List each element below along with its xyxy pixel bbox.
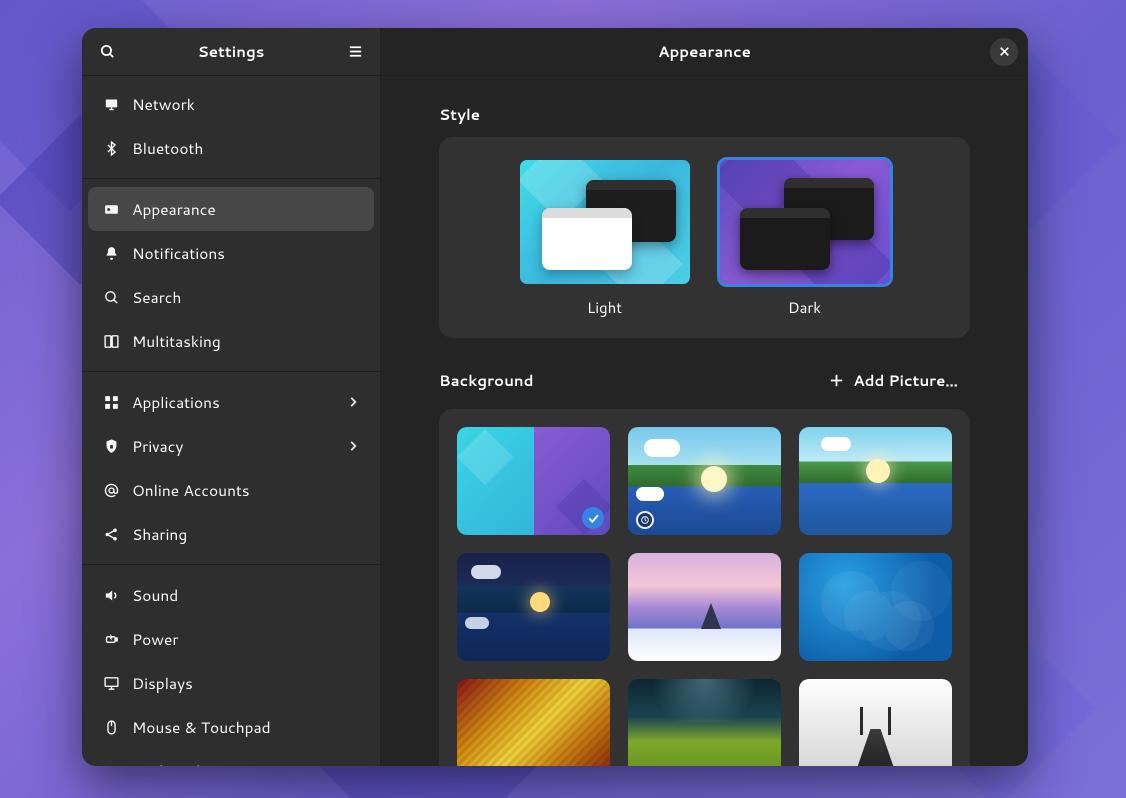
sidebar-item-sound[interactable]: Sound bbox=[88, 573, 374, 617]
nav-separator bbox=[82, 178, 380, 179]
wallpaper-mountains-wide[interactable] bbox=[799, 427, 952, 535]
main-header: Appearance bbox=[381, 28, 1028, 76]
wallpaper-blue-texture[interactable] bbox=[799, 553, 952, 661]
style-option-dark[interactable]: Dark bbox=[717, 157, 893, 318]
wallpaper-adwaita-split[interactable] bbox=[457, 427, 610, 535]
sidebar-item-network[interactable]: Network bbox=[88, 82, 374, 126]
search-button[interactable] bbox=[92, 37, 122, 67]
sidebar-item-label: Applications bbox=[132, 391, 344, 413]
style-label: Dark bbox=[788, 297, 821, 318]
close-icon bbox=[998, 45, 1011, 58]
sidebar-item-multitasking[interactable]: Multitasking bbox=[88, 319, 374, 363]
chevron-right-icon bbox=[344, 395, 362, 409]
check-icon bbox=[582, 507, 604, 529]
sidebar-header: Settings bbox=[82, 28, 380, 76]
mouse-icon bbox=[100, 719, 122, 736]
add-picture-label: Add Picture… bbox=[853, 370, 958, 391]
background-heading: Background bbox=[439, 370, 534, 391]
bluetooth-icon bbox=[100, 140, 122, 157]
apps-icon bbox=[100, 394, 122, 411]
sidebar-item-label: Sound bbox=[132, 584, 362, 606]
sidebar-item-search[interactable]: Search bbox=[88, 275, 374, 319]
network-icon bbox=[100, 96, 122, 113]
sidebar-item-label: Keyboard bbox=[132, 760, 362, 766]
style-option-light[interactable]: Light bbox=[517, 157, 693, 318]
nav-separator bbox=[82, 371, 380, 372]
sidebar-title: Settings bbox=[122, 41, 340, 62]
multitask-icon bbox=[100, 333, 122, 350]
main-panel: Appearance Style Light Dark Background bbox=[381, 28, 1028, 766]
auto-icon bbox=[636, 511, 654, 529]
background-card bbox=[439, 409, 970, 766]
keyboard-icon bbox=[100, 763, 122, 767]
style-thumb-light bbox=[517, 157, 693, 287]
sidebar-item-label: Appearance bbox=[132, 198, 362, 220]
sidebar-item-power[interactable]: Power bbox=[88, 617, 374, 661]
sidebar-item-label: Notifications bbox=[132, 242, 362, 264]
wallpaper-snow-sunset[interactable] bbox=[628, 553, 781, 661]
plus-icon bbox=[828, 372, 845, 389]
sidebar-item-applications[interactable]: Applications bbox=[88, 380, 374, 424]
power-icon bbox=[100, 631, 122, 648]
privacy-icon bbox=[100, 438, 122, 455]
sidebar-item-mouse-touchpad[interactable]: Mouse & Touchpad bbox=[88, 705, 374, 749]
sidebar-item-online-accounts[interactable]: Online Accounts bbox=[88, 468, 374, 512]
sidebar-item-label: Network bbox=[132, 93, 362, 115]
add-picture-button[interactable]: Add Picture… bbox=[816, 364, 970, 397]
wallpaper-fabric-macro[interactable] bbox=[457, 679, 610, 766]
sidebar-item-notifications[interactable]: Notifications bbox=[88, 231, 374, 275]
sidebar-item-keyboard[interactable]: Keyboard bbox=[88, 749, 374, 766]
sidebar-item-displays[interactable]: Displays bbox=[88, 661, 374, 705]
wallpaper-pier-bw[interactable] bbox=[799, 679, 952, 766]
display-icon bbox=[100, 675, 122, 692]
sidebar-item-label: Power bbox=[132, 628, 362, 650]
sidebar-item-label: Bluetooth bbox=[132, 137, 362, 159]
wallpaper-field-storm[interactable] bbox=[628, 679, 781, 766]
appearance-icon bbox=[100, 201, 122, 218]
sound-icon bbox=[100, 587, 122, 604]
wallpaper-mountains-day[interactable] bbox=[628, 427, 781, 535]
bell-icon bbox=[100, 245, 122, 262]
search-icon bbox=[100, 289, 122, 306]
wallpaper-mountains-night[interactable] bbox=[457, 553, 610, 661]
nav-separator bbox=[82, 564, 380, 565]
sidebar: Settings Network Bluetooth Appearance Notif… bbox=[82, 28, 381, 766]
chevron-right-icon bbox=[344, 439, 362, 453]
style-heading: Style bbox=[439, 104, 970, 125]
search-icon bbox=[99, 43, 116, 60]
main-content: Style Light Dark Background Add Picture… bbox=[381, 76, 1028, 766]
sidebar-item-label: Online Accounts bbox=[132, 479, 362, 501]
style-thumb-dark bbox=[717, 157, 893, 287]
sidebar-nav: Network Bluetooth Appearance Notifications S… bbox=[82, 76, 380, 766]
sidebar-item-label: Sharing bbox=[132, 523, 362, 545]
sidebar-item-label: Search bbox=[132, 286, 362, 308]
style-card: Light Dark bbox=[439, 137, 970, 338]
settings-window: Settings Network Bluetooth Appearance Notif… bbox=[82, 28, 1028, 766]
sidebar-item-label: Multitasking bbox=[132, 330, 362, 352]
sidebar-item-bluetooth[interactable]: Bluetooth bbox=[88, 126, 374, 170]
sidebar-item-privacy[interactable]: Privacy bbox=[88, 424, 374, 468]
sidebar-item-label: Displays bbox=[132, 672, 362, 694]
page-title: Appearance bbox=[419, 41, 990, 62]
sidebar-item-label: Mouse & Touchpad bbox=[132, 716, 362, 738]
at-icon bbox=[100, 482, 122, 499]
menu-button[interactable] bbox=[340, 37, 370, 67]
share-icon bbox=[100, 526, 122, 543]
hamburger-icon bbox=[347, 43, 364, 60]
style-label: Light bbox=[587, 297, 622, 318]
sidebar-item-appearance[interactable]: Appearance bbox=[88, 187, 374, 231]
close-button[interactable] bbox=[990, 38, 1018, 66]
sidebar-item-sharing[interactable]: Sharing bbox=[88, 512, 374, 556]
sidebar-item-label: Privacy bbox=[132, 435, 344, 457]
